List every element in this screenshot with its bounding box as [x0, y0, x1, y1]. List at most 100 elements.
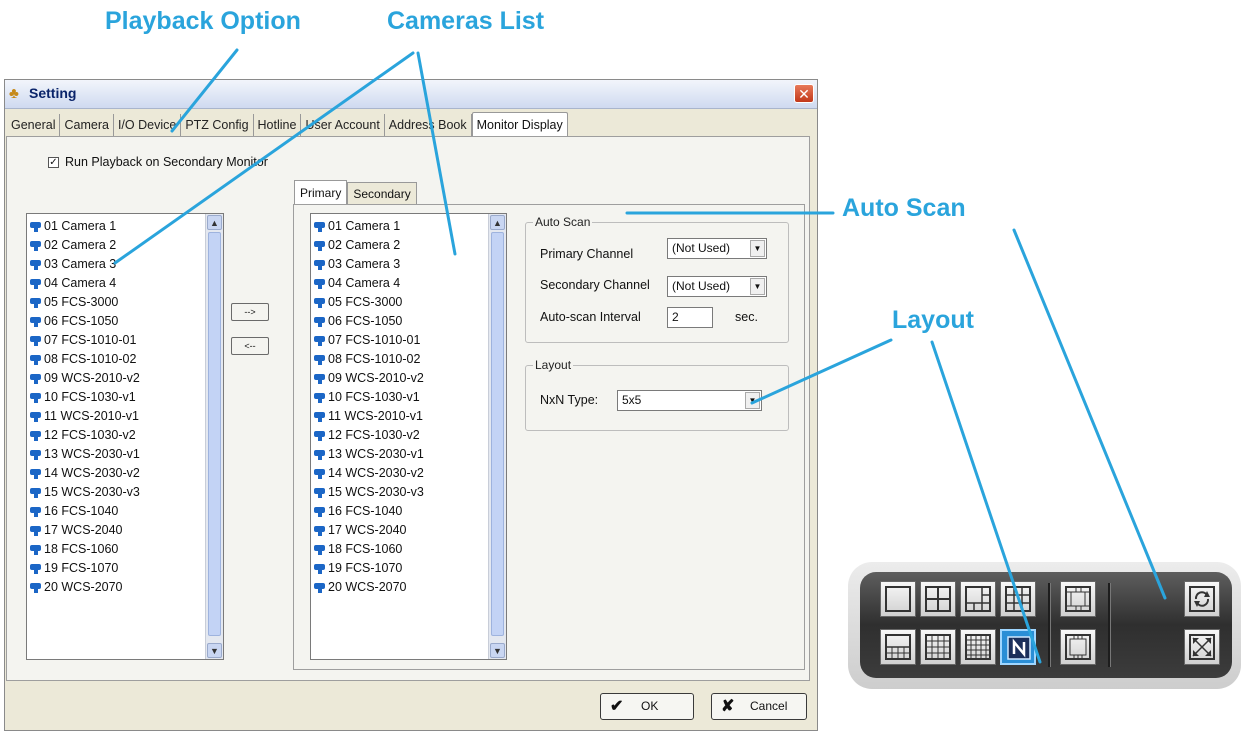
cancel-button[interactable]: ✘ Cancel [711, 693, 807, 720]
camera-list-item[interactable]: 01 Camera 1 [313, 217, 424, 236]
layout-nxn-icon[interactable] [1000, 629, 1036, 665]
chevron-down-icon[interactable]: ▼ [750, 240, 765, 257]
layout-1x1-icon[interactable] [880, 581, 916, 617]
scroll-down-icon[interactable]: ▼ [490, 643, 505, 658]
camera-list-item[interactable]: 12 FCS-1030-v2 [313, 426, 424, 445]
camera-list-item[interactable]: 19 FCS-1070 [313, 559, 424, 578]
tab-primary[interactable]: Primary [294, 180, 348, 205]
primary-channel-select[interactable]: (Not Used) ▼ [667, 238, 767, 259]
checkbox-mark[interactable]: ✓ [48, 156, 59, 168]
chevron-down-icon[interactable]: ▼ [750, 278, 765, 295]
camera-list-item[interactable]: 15 WCS-2030-v3 [29, 483, 140, 502]
available-cameras-scrollbar[interactable]: ▲ ▼ [205, 214, 223, 659]
scroll-up-icon[interactable]: ▲ [490, 215, 505, 230]
camera-icon [313, 468, 327, 479]
camera-list-item[interactable]: 16 FCS-1040 [29, 502, 140, 521]
camera-name: 07 FCS-1010-01 [44, 333, 137, 347]
camera-list-item[interactable]: 10 FCS-1030-v1 [29, 388, 140, 407]
camera-list-item[interactable]: 07 FCS-1010-01 [313, 331, 424, 350]
tab-general[interactable]: General [7, 114, 61, 136]
primary-cameras-list[interactable]: 01 Camera 1 02 Camera 2 03 Camera 3 04 Came… [310, 213, 507, 660]
camera-list-item[interactable]: 03 Camera 3 [313, 255, 424, 274]
camera-list-item[interactable]: 19 FCS-1070 [29, 559, 140, 578]
tab-secondary[interactable]: Secondary [347, 182, 417, 205]
camera-name: 19 FCS-1070 [328, 561, 403, 575]
available-cameras-list[interactable]: 01 Camera 1 02 Camera 2 03 Camera 3 04 Came… [26, 213, 224, 660]
tab-hotline[interactable]: Hotline [254, 114, 302, 136]
layout-3x3-icon[interactable] [1000, 581, 1036, 617]
tab-monitor-display[interactable]: Monitor Display [471, 112, 568, 138]
camera-list-item[interactable]: 09 WCS-2010-v2 [313, 369, 424, 388]
camera-list-item[interactable]: 20 WCS-2070 [29, 578, 140, 597]
layout-frame-icon[interactable] [1060, 629, 1096, 665]
interval-label: Auto-scan Interval [540, 310, 641, 324]
camera-list-item[interactable]: 11 WCS-2010-v1 [313, 407, 424, 426]
camera-list-item[interactable]: 20 WCS-2070 [313, 578, 424, 597]
primary-cameras-scrollbar[interactable]: ▲ ▼ [488, 214, 506, 659]
camera-list-item[interactable]: 10 FCS-1030-v1 [313, 388, 424, 407]
layout-1-plus-5-icon[interactable] [960, 581, 996, 617]
camera-icon [29, 335, 43, 346]
camera-list-item[interactable]: 05 FCS-3000 [29, 293, 140, 312]
camera-list-item[interactable]: 05 FCS-3000 [313, 293, 424, 312]
title-bar[interactable]: ♣ Setting ✕ [5, 80, 817, 109]
tab-ptz-config[interactable]: PTZ Config [181, 114, 254, 136]
auto-scan-icon[interactable] [1184, 581, 1220, 617]
secondary-channel-select[interactable]: (Not Used) ▼ [667, 276, 767, 297]
layout-4x4-icon[interactable] [920, 629, 956, 665]
camera-list-item[interactable]: 06 FCS-1050 [29, 312, 140, 331]
camera-list-item[interactable]: 12 FCS-1030-v2 [29, 426, 140, 445]
close-button[interactable]: ✕ [794, 84, 814, 103]
auto-scan-legend: Auto Scan [533, 215, 593, 229]
camera-list-item[interactable]: 11 WCS-2010-v1 [29, 407, 140, 426]
scroll-thumb[interactable] [491, 232, 504, 636]
camera-list-item[interactable]: 14 WCS-2030-v2 [313, 464, 424, 483]
camera-list-item[interactable]: 15 WCS-2030-v3 [313, 483, 424, 502]
chevron-down-icon[interactable]: ▼ [745, 392, 760, 409]
camera-list-item[interactable]: 09 WCS-2010-v2 [29, 369, 140, 388]
tab-user-account[interactable]: User Account [301, 114, 385, 136]
tab-io-device[interactable]: I/O Device [114, 114, 182, 136]
camera-list-item[interactable]: 02 Camera 2 [313, 236, 424, 255]
window-title: Setting [29, 85, 77, 101]
scroll-thumb[interactable] [208, 232, 221, 636]
camera-name: 02 Camera 2 [44, 238, 117, 252]
layout-legend: Layout [533, 358, 574, 372]
ok-button[interactable]: ✔ OK [600, 693, 694, 720]
tab-address-book[interactable]: Address Book [385, 114, 472, 136]
layout-corridor-icon[interactable] [1060, 581, 1096, 617]
camera-list-item[interactable]: 18 FCS-1060 [313, 540, 424, 559]
camera-list-item[interactable]: 16 FCS-1040 [313, 502, 424, 521]
camera-list-item[interactable]: 18 FCS-1060 [29, 540, 140, 559]
camera-list-item[interactable]: 14 WCS-2030-v2 [29, 464, 140, 483]
camera-list-item[interactable]: 08 FCS-1010-02 [29, 350, 140, 369]
camera-list-item[interactable]: 04 Camera 4 [29, 274, 140, 293]
tab-camera[interactable]: Camera [60, 114, 114, 136]
camera-list-item[interactable]: 13 WCS-2030-v1 [313, 445, 424, 464]
run-playback-checkbox[interactable]: ✓ Run Playback on Secondary Monitor [48, 155, 268, 169]
camera-list-item[interactable]: 17 WCS-2040 [313, 521, 424, 540]
camera-list-item[interactable]: 03 Camera 3 [29, 255, 140, 274]
camera-list-item[interactable]: 08 FCS-1010-02 [313, 350, 424, 369]
layout-1-plus-12-icon[interactable] [880, 629, 916, 665]
remove-camera-button[interactable]: <-- [231, 337, 269, 355]
camera-name: 02 Camera 2 [328, 238, 401, 252]
camera-list-item[interactable]: 04 Camera 4 [313, 274, 424, 293]
fullscreen-icon[interactable] [1184, 629, 1220, 665]
add-camera-button[interactable]: --> [231, 303, 269, 321]
camera-list-item[interactable]: 02 Camera 2 [29, 236, 140, 255]
scroll-up-icon[interactable]: ▲ [207, 215, 222, 230]
camera-icon [29, 487, 43, 498]
layout-5x5-icon[interactable] [960, 629, 996, 665]
camera-list-item[interactable]: 01 Camera 1 [29, 217, 140, 236]
camera-list-item[interactable]: 13 WCS-2030-v1 [29, 445, 140, 464]
camera-list-item[interactable]: 17 WCS-2040 [29, 521, 140, 540]
camera-name: 05 FCS-3000 [328, 295, 403, 309]
scroll-down-icon[interactable]: ▼ [207, 643, 222, 658]
interval-input[interactable]: 2 [667, 307, 713, 328]
nxn-type-select[interactable]: 5x5 ▼ [617, 390, 762, 411]
camera-list-item[interactable]: 07 FCS-1010-01 [29, 331, 140, 350]
camera-list-item[interactable]: 06 FCS-1050 [313, 312, 424, 331]
camera-name: 06 FCS-1050 [44, 314, 119, 328]
layout-2x2-icon[interactable] [920, 581, 956, 617]
